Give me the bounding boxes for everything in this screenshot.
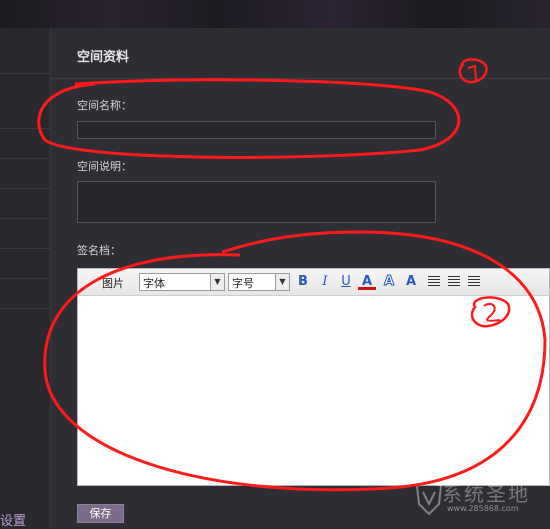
space-name-label: 空间名称： xyxy=(77,99,132,112)
chevron-down-icon: ▼ xyxy=(275,274,289,290)
align-left-icon[interactable] xyxy=(428,276,440,287)
top-banner xyxy=(0,0,550,28)
sidebar-divider xyxy=(0,278,50,279)
save-button[interactable]: 保存 xyxy=(77,504,124,523)
sidebar-divider xyxy=(0,158,50,159)
highlight-button[interactable]: A xyxy=(380,273,398,291)
shield-logo-icon xyxy=(415,478,443,516)
sidebar-divider xyxy=(0,188,50,189)
font-size-select[interactable]: 字号 ▼ xyxy=(228,273,290,291)
signature-label: 签名档： xyxy=(77,244,121,257)
italic-button[interactable]: I xyxy=(316,273,334,291)
insert-picture-button[interactable]: 图片 xyxy=(102,275,124,291)
sidebar-divider xyxy=(0,248,50,249)
align-right-icon[interactable] xyxy=(468,276,480,287)
sidebar-divider xyxy=(0,308,50,309)
page-title: 空间资料 xyxy=(77,50,130,65)
space-desc-label: 空间说明： xyxy=(77,160,132,173)
sidebar-divider xyxy=(0,218,50,219)
sidebar-divider xyxy=(0,128,50,129)
space-name-input[interactable] xyxy=(77,121,436,139)
watermark: 系统圣地 www.285868.com xyxy=(412,474,550,528)
font-color-button[interactable]: A xyxy=(358,273,376,290)
space-desc-textarea[interactable] xyxy=(77,181,436,223)
watermark-url: www.285868.com xyxy=(447,504,519,513)
watermark-text: 系统圣地 xyxy=(442,482,530,506)
signature-editor[interactable]: 图片 字体 ▼ 字号 ▼ B I U A A A xyxy=(77,268,550,486)
font-size-value: 字号 xyxy=(232,277,254,290)
font-family-select[interactable]: 字体 ▼ xyxy=(139,273,225,291)
chevron-down-icon: ▼ xyxy=(210,274,224,290)
bold-button[interactable]: B xyxy=(294,273,312,291)
editor-toolbar: 图片 字体 ▼ 字号 ▼ B I U A A A xyxy=(78,269,549,296)
sidebar-divider xyxy=(0,73,50,74)
main-panel: 空间资料 空间名称： 空间说明： 签名档： 图片 字体 ▼ 字号 ▼ B I U… xyxy=(51,28,550,528)
font-family-value: 字体 xyxy=(143,277,165,290)
sidebar-item-settings[interactable]: 设置 xyxy=(0,510,26,529)
clear-format-button[interactable]: A xyxy=(402,273,420,291)
align-center-icon[interactable] xyxy=(448,276,460,287)
underline-button[interactable]: U xyxy=(337,273,355,291)
sidebar: 设置 xyxy=(0,28,51,529)
title-divider xyxy=(51,78,550,79)
